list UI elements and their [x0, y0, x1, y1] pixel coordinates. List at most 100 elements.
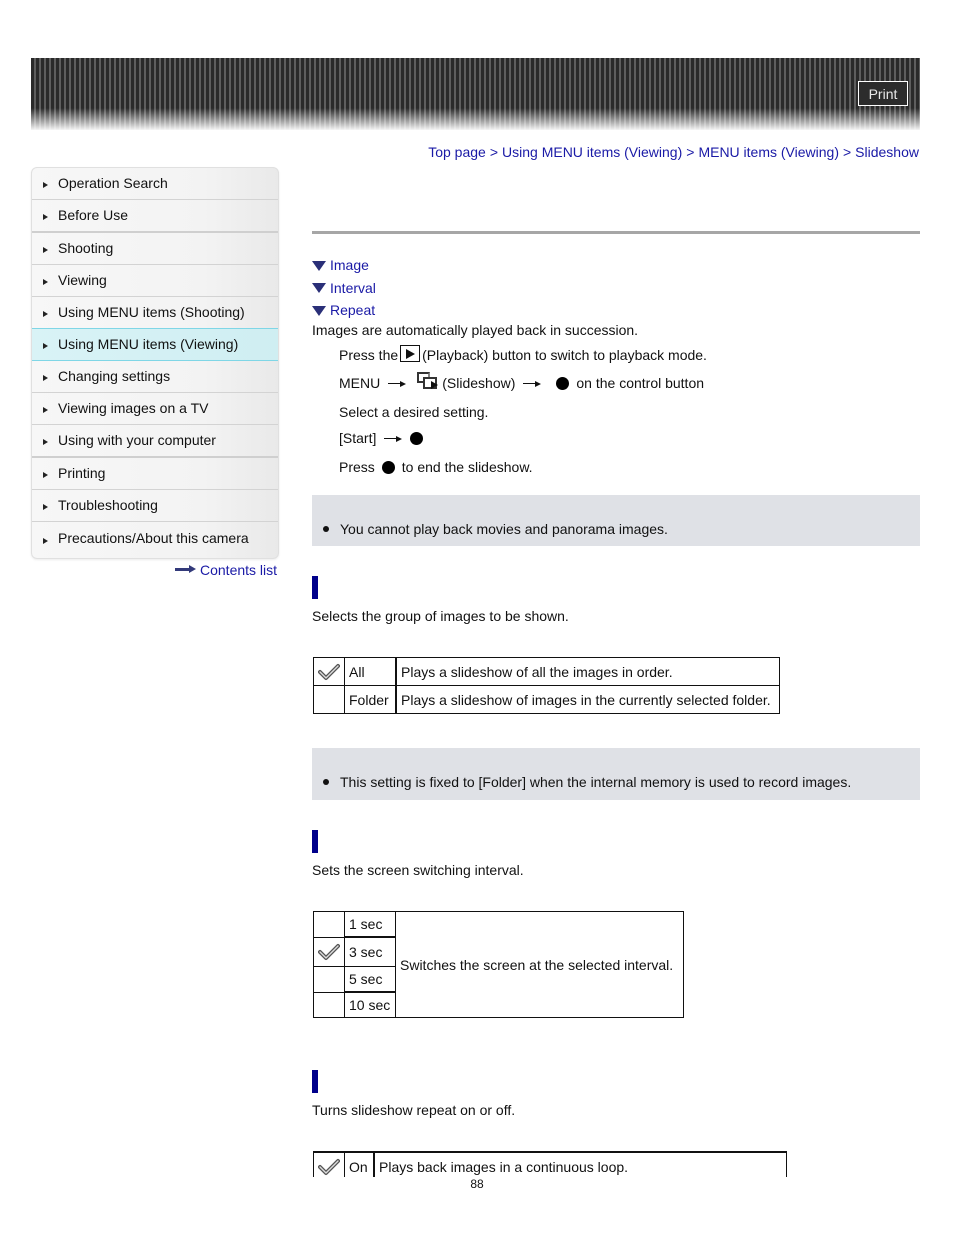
sidebar-item-shooting[interactable]: Shooting — [32, 233, 278, 265]
control-button-center-icon — [381, 460, 395, 474]
intro-text: Images are automatically played back in … — [312, 322, 639, 338]
caret-right-icon — [43, 471, 48, 478]
breadcrumb-using-menu-viewing[interactable]: Using MENU items (Viewing) — [502, 144, 682, 160]
sidebar-item-label: Shooting — [58, 240, 114, 256]
checkmark-icon — [318, 943, 340, 960]
triangle-down-icon — [312, 260, 326, 271]
step-5: Press to end the slideshow. — [339, 459, 533, 475]
option-description: Plays a slideshow of all the images in o… — [395, 657, 780, 686]
sidebar-item-using-menu-shooting[interactable]: Using MENU items (Shooting) — [32, 297, 278, 329]
image-options-table: All Plays a slideshow of all the images … — [313, 657, 780, 714]
table-row[interactable]: Folder Plays a slideshow of images in th… — [313, 685, 780, 714]
breadcrumb-top-page[interactable]: Top page — [428, 144, 486, 160]
interval-section-description: Sets the screen switching interval. — [312, 862, 524, 878]
selected-cell — [313, 936, 345, 967]
anchor-label: Repeat — [330, 302, 376, 319]
section-marker-interval — [312, 830, 318, 853]
anchor-link-repeat[interactable]: Repeat — [312, 299, 376, 322]
table-row[interactable]: All Plays a slideshow of all the images … — [313, 657, 780, 686]
section-marker-repeat — [312, 1070, 318, 1093]
sidebar-item-label: Using with your computer — [58, 432, 216, 448]
selected-cell — [313, 991, 345, 1018]
breadcrumb-slideshow[interactable]: Slideshow — [855, 144, 919, 160]
section-marker-image — [312, 576, 318, 599]
sidebar-item-operation-search[interactable]: Operation Search — [32, 168, 278, 200]
option-name: 3 sec — [344, 936, 396, 967]
print-button[interactable]: Print — [858, 81, 908, 106]
step-4-pre: [Start] — [339, 430, 377, 446]
step-4: [Start] — [339, 430, 430, 446]
note-box: This setting is fixed to [Folder] when t… — [312, 748, 920, 800]
sidebar-item-label: Printing — [58, 465, 106, 481]
sidebar-item-label: Operation Search — [58, 175, 168, 191]
breadcrumb-separator: > — [489, 144, 499, 160]
sidebar-item-using-menu-viewing[interactable]: Using MENU items (Viewing) — [32, 328, 278, 361]
sidebar-item-label: Using MENU items (Viewing) — [58, 336, 239, 352]
step-5-pre: Press — [339, 459, 375, 475]
note-text: This setting is fixed to [Folder] when t… — [340, 774, 852, 790]
playback-icon — [400, 345, 421, 362]
sidebar-item-label: Viewing images on a TV — [58, 400, 209, 416]
control-button-center-icon — [410, 431, 424, 445]
sidebar-item-using-with-computer[interactable]: Using with your computer — [32, 425, 278, 458]
note-box: You cannot play back movies and panorama… — [312, 495, 920, 546]
sidebar-item-viewing[interactable]: Viewing — [32, 265, 278, 297]
triangle-down-icon — [312, 283, 326, 294]
step-3: Select a desired setting. — [339, 404, 489, 420]
sidebar-item-printing[interactable]: Printing — [32, 458, 278, 490]
caret-right-icon — [43, 181, 48, 188]
note-text: You cannot play back movies and panorama… — [340, 521, 668, 537]
sidebar-item-label: Changing settings — [58, 368, 171, 384]
page-number: 88 — [470, 1177, 484, 1191]
note-item: You cannot play back movies and panorama… — [323, 521, 668, 537]
slideshow-icon — [417, 372, 439, 390]
repeat-section-description: Turns slideshow repeat on or off. — [312, 1102, 516, 1118]
caret-right-icon — [43, 374, 48, 381]
checkmark-icon — [318, 663, 340, 680]
header-banner: Print — [31, 58, 920, 130]
note-item: This setting is fixed to [Folder] when t… — [323, 774, 851, 790]
sidebar-item-troubleshooting[interactable]: Troubleshooting — [32, 490, 278, 522]
caret-right-icon — [43, 310, 48, 317]
caret-right-icon — [43, 342, 48, 349]
bullet-icon — [323, 779, 329, 785]
contents-list-link[interactable]: Contents list — [175, 562, 277, 578]
control-button-center-icon — [556, 376, 570, 390]
caret-right-icon — [43, 538, 48, 544]
sidebar-item-label: Viewing — [58, 272, 107, 288]
checkmark-icon — [318, 1158, 340, 1175]
caret-right-icon — [43, 278, 48, 285]
step-1: Press the (Playback) button to switch to… — [339, 345, 707, 364]
option-name: All — [344, 657, 397, 686]
step-5-post: to end the slideshow. — [401, 459, 533, 475]
sidebar-item-precautions[interactable]: Precautions/About this camera — [32, 522, 278, 558]
table-row[interactable]: 1 sec Switches the screen at the selecte… — [313, 911, 684, 1018]
selected-cell — [313, 657, 345, 686]
sidebar-item-label: Troubleshooting — [58, 497, 158, 513]
option-name: 5 sec — [344, 966, 396, 993]
breadcrumb: Top page > Using MENU items (Viewing) > MENU… — [428, 144, 919, 160]
breadcrumb-separator: > — [842, 144, 852, 160]
section-anchor-list: Image Interval Repeat — [312, 254, 376, 322]
anchor-link-image[interactable]: Image — [312, 254, 376, 277]
sidebar-item-label: Using MENU items (Shooting) — [58, 304, 245, 320]
sidebar-item-changing-settings[interactable]: Changing settings — [32, 361, 278, 393]
anchor-link-interval[interactable]: Interval — [312, 277, 376, 300]
caret-right-icon — [43, 406, 48, 413]
interval-options-table: 1 sec Switches the screen at the selecte… — [313, 911, 684, 1018]
selected-cell — [313, 685, 345, 714]
sidebar-item-viewing-on-tv[interactable]: Viewing images on a TV — [32, 393, 278, 425]
caret-right-icon — [43, 246, 48, 253]
arrow-right-icon — [388, 379, 407, 387]
anchor-label: Image — [330, 257, 369, 274]
breadcrumb-separator: > — [686, 144, 695, 160]
sidebar-item-before-use[interactable]: Before Use — [32, 200, 278, 233]
step-2-menu: MENU — [339, 375, 381, 391]
bullet-icon — [323, 526, 329, 532]
triangle-down-icon — [312, 305, 326, 316]
caret-right-icon — [43, 213, 48, 220]
image-section-description: Selects the group of images to be shown. — [312, 608, 569, 624]
title-divider — [312, 231, 920, 234]
sidebar-nav: Operation Search Before Use Shooting Vie… — [31, 167, 279, 559]
breadcrumb-menu-items-viewing[interactable]: MENU items (Viewing) — [698, 144, 839, 160]
